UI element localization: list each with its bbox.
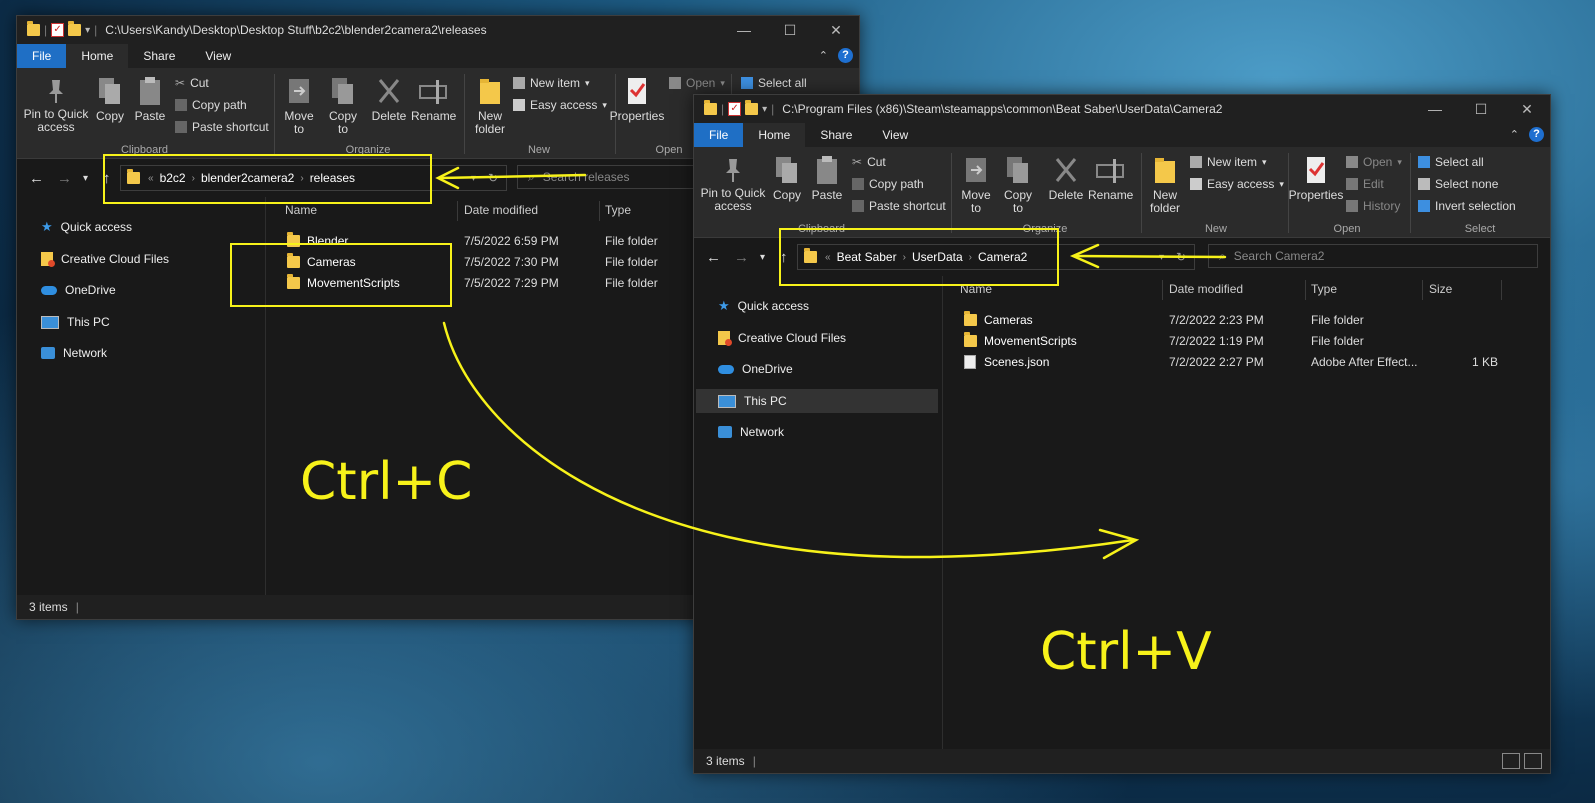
arrow-to-source-address — [435, 166, 587, 190]
ctrl-c-annotation: Ctrl+C — [300, 452, 473, 512]
copy-to-paste-curve-arrow — [442, 321, 1140, 560]
arrow-to-destination-address — [1069, 243, 1227, 269]
annotation-arrows — [435, 166, 1227, 560]
ctrl-v-annotation: Ctrl+V — [1040, 622, 1212, 682]
